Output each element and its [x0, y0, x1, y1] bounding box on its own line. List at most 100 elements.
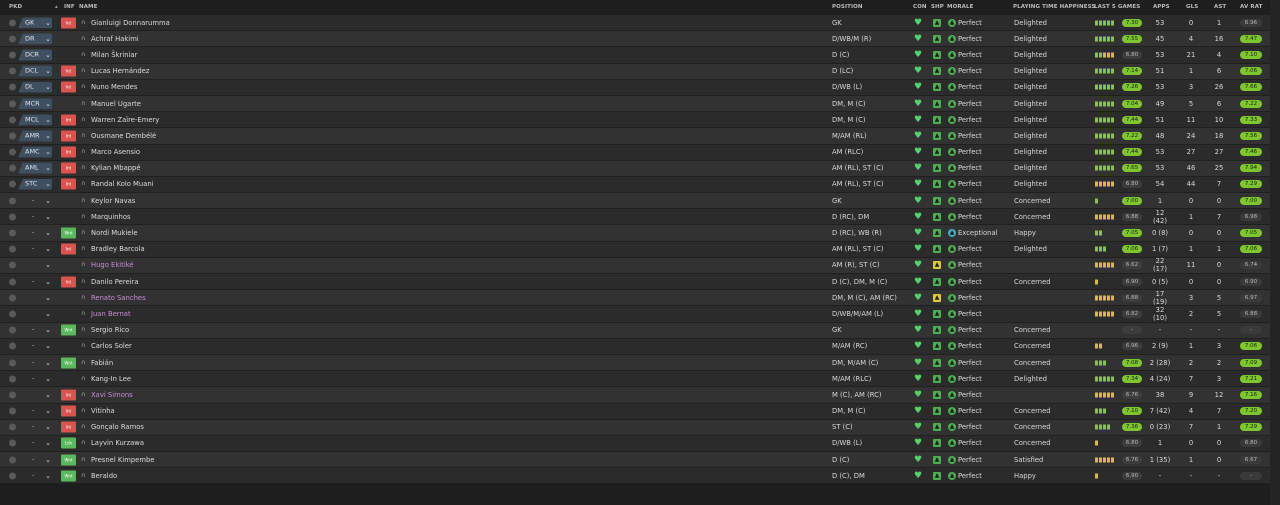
chevron-down-icon[interactable]: ⌄ — [43, 82, 53, 92]
chevron-down-icon[interactable]: ⌄ — [43, 212, 53, 222]
select-checkbox[interactable] — [9, 391, 16, 399]
select-checkbox[interactable] — [9, 326, 16, 334]
player-name[interactable]: Juan Bernat — [91, 310, 131, 318]
player-name[interactable]: Gonçalo Ramos — [91, 423, 144, 431]
select-checkbox[interactable] — [9, 342, 16, 350]
select-checkbox[interactable] — [9, 35, 16, 43]
chevron-down-icon[interactable]: ⌄ — [43, 471, 53, 481]
col-last5[interactable]: LAST 5 GAMES — [1094, 4, 1140, 10]
select-checkbox[interactable] — [9, 261, 16, 269]
player-name[interactable]: Kylian Mbappé — [91, 164, 141, 172]
chevron-down-icon[interactable]: ⌄ — [43, 325, 53, 335]
select-checkbox[interactable] — [9, 164, 16, 172]
player-name[interactable]: Gianluigi Donnarumma — [91, 19, 170, 27]
chevron-down-icon[interactable]: ⌄ — [43, 179, 53, 189]
chevron-down-icon[interactable]: ⌄ — [43, 309, 53, 319]
player-name[interactable]: Layvin Kurzawa — [91, 439, 144, 447]
chevron-down-icon[interactable]: ⌄ — [43, 115, 53, 125]
table-row[interactable]: - ⌄ Wnt ∩ Beraldo D (C), DM ♥ ▲ ▲ Perfect Happy 6.9… — [0, 468, 1270, 485]
select-checkbox[interactable] — [9, 294, 16, 302]
col-name[interactable]: NAME — [79, 4, 98, 10]
chevron-down-icon[interactable]: ⌄ — [43, 66, 53, 76]
player-name[interactable]: Danilo Pereira — [91, 278, 139, 286]
chevron-down-icon[interactable]: ⌄ — [43, 293, 53, 303]
player-name[interactable]: Beraldo — [91, 472, 117, 480]
table-row[interactable]: GK ⌄ Int ∩ Gianluigi Donnarumma GK ♥ ▲ ▲ Perfect D… — [0, 15, 1270, 32]
col-pkd[interactable]: PKD — [9, 4, 22, 10]
table-row[interactable]: - ⌄ Wnt ∩ Nordi Mukiele D (RC), WB (R) ♥ ▲ ▲ Exce… — [0, 225, 1270, 242]
player-name[interactable]: Marquinhos — [91, 213, 131, 221]
chevron-down-icon[interactable]: ⌄ — [43, 374, 53, 384]
chevron-down-icon[interactable]: ⌄ — [43, 422, 53, 432]
player-name[interactable]: Carlos Soler — [91, 342, 132, 350]
chevron-down-icon[interactable]: ⌄ — [43, 34, 53, 44]
select-checkbox[interactable] — [9, 100, 16, 108]
player-name[interactable]: Marco Asensio — [91, 148, 140, 156]
select-checkbox[interactable] — [9, 439, 16, 447]
table-row[interactable]: ⌄ ∩ Hugo Ekitiké AM (R), ST (C) ♥ ▲ ▲ Perfect 6.… — [0, 257, 1270, 274]
table-row[interactable]: DL ⌄ Int ∩ Nuno Mendes D/WB (L) ♥ ▲ ▲ Perfect Deli… — [0, 79, 1270, 96]
col-morale[interactable]: MORALE — [947, 4, 974, 10]
table-row[interactable]: - ⌄ ∩ Keylor Navas GK ♥ ▲ ▲ Perfect Concerned 7.00… — [0, 193, 1270, 210]
player-name[interactable]: Keylor Navas — [91, 197, 135, 205]
player-name[interactable]: Vitinha — [91, 407, 115, 415]
chevron-down-icon[interactable]: ⌄ — [43, 50, 53, 60]
col-shp[interactable]: SHP — [931, 4, 944, 10]
table-row[interactable]: - ⌄ Int ∩ Bradley Barcola AM (RL), ST (C) ♥ ▲ ▲ P… — [0, 241, 1270, 258]
table-row[interactable]: - ⌄ Int ∩ Gonçalo Ramos ST (C) ♥ ▲ ▲ Perfect Conce… — [0, 419, 1270, 436]
select-checkbox[interactable] — [9, 132, 16, 140]
select-checkbox[interactable] — [9, 423, 16, 431]
player-name[interactable]: Presnel Kimpembe — [91, 456, 154, 464]
chevron-down-icon[interactable]: ⌄ — [43, 358, 53, 368]
player-name[interactable]: Randal Kolo Muani — [91, 180, 154, 188]
chevron-down-icon[interactable]: ⌄ — [43, 341, 53, 351]
table-row[interactable]: DCR ⌄ ∩ Milan Škriniar D (C) ♥ ▲ ▲ Perfect Deligh… — [0, 47, 1270, 64]
player-name[interactable]: Manuel Ugarte — [91, 100, 141, 108]
select-checkbox[interactable] — [9, 51, 16, 59]
player-name[interactable]: Sergio Rico — [91, 326, 129, 334]
table-row[interactable]: - ⌄ Wnt ∩ Fabián DM, M/AM (C) ♥ ▲ ▲ Perfect Concer… — [0, 354, 1270, 372]
player-name[interactable]: Xavi Simons — [91, 391, 133, 399]
chevron-down-icon[interactable]: ⌄ — [43, 390, 53, 400]
scrollbar[interactable] — [1270, 0, 1280, 505]
chevron-down-icon[interactable]: ⌄ — [43, 260, 53, 270]
table-row[interactable]: - ⌄ Int ∩ Danilo Pereira D (C), DM, M (C) ♥ ▲ ▲ P… — [0, 274, 1270, 291]
player-name[interactable]: Lucas Hernández — [91, 67, 149, 75]
sort-arrow-icon[interactable]: ▴ — [55, 4, 58, 10]
player-name[interactable]: Fabián — [91, 359, 113, 367]
select-checkbox[interactable] — [9, 472, 16, 480]
col-position[interactable]: POSITION — [832, 4, 863, 10]
chevron-down-icon[interactable]: ⌄ — [43, 131, 53, 141]
table-row[interactable]: - ⌄ ∩ Marquinhos D (RC), DM ♥ ▲ ▲ Perfect Concern… — [0, 209, 1270, 226]
select-checkbox[interactable] — [9, 197, 16, 205]
chevron-down-icon[interactable]: ⌄ — [43, 406, 53, 416]
player-name[interactable]: Ousmane Dembélé — [91, 132, 156, 140]
table-row[interactable]: - ⌄ ∩ Carlos Soler M/AM (RC) ♥ ▲ ▲ Perfect Concer… — [0, 338, 1270, 355]
table-row[interactable]: MCL ⌄ Int ∩ Warren Zaïre-Emery DM, M (C) ♥ ▲ ▲ Pe… — [0, 112, 1270, 129]
table-row[interactable]: MCR ⌄ ∩ Manuel Ugarte DM, M (C) ♥ ▲ ▲ Perfect Del… — [0, 95, 1270, 113]
table-row[interactable]: AML ⌄ Int ∩ Kylian Mbappé AM (RL), ST (C) ♥ ▲ ▲ P… — [0, 160, 1270, 177]
chevron-down-icon[interactable]: ⌄ — [43, 18, 53, 28]
player-name[interactable]: Nordi Mukiele — [91, 229, 138, 237]
chevron-down-icon[interactable]: ⌄ — [43, 244, 53, 254]
select-checkbox[interactable] — [9, 456, 16, 464]
col-gls[interactable]: GLS — [1186, 4, 1198, 10]
chevron-down-icon[interactable]: ⌄ — [43, 438, 53, 448]
chevron-down-icon[interactable]: ⌄ — [43, 196, 53, 206]
player-name[interactable]: Warren Zaïre-Emery — [91, 116, 159, 124]
select-checkbox[interactable] — [9, 278, 16, 286]
col-apps[interactable]: APPS — [1153, 4, 1170, 10]
chevron-down-icon[interactable]: ⌄ — [43, 147, 53, 157]
table-row[interactable]: AMC ⌄ Int ∩ Marco Asensio AM (RLC) ♥ ▲ ▲ Perfect D… — [0, 144, 1270, 161]
table-row[interactable]: AMR ⌄ Int ∩ Ousmane Dembélé M/AM (RL) ♥ ▲ ▲ Perfe… — [0, 128, 1270, 145]
select-checkbox[interactable] — [9, 213, 16, 221]
table-row[interactable]: ⌄ ∩ Renato Sanches DM, M (C), AM (RC) ♥ ▲ ▲ Per… — [0, 290, 1270, 307]
player-name[interactable]: Nuno Mendes — [91, 83, 137, 91]
chevron-down-icon[interactable]: ⌄ — [43, 277, 53, 287]
chevron-down-icon[interactable]: ⌄ — [43, 228, 53, 238]
player-name[interactable]: Hugo Ekitiké — [91, 261, 134, 269]
player-name[interactable]: Milan Škriniar — [91, 51, 137, 59]
select-checkbox[interactable] — [9, 407, 16, 415]
player-name[interactable]: Achraf Hakimi — [91, 35, 139, 43]
table-row[interactable]: DR ⌄ ∩ Achraf Hakimi D/WB/M (R) ♥ ▲ ▲ Perfect Del… — [0, 31, 1270, 48]
